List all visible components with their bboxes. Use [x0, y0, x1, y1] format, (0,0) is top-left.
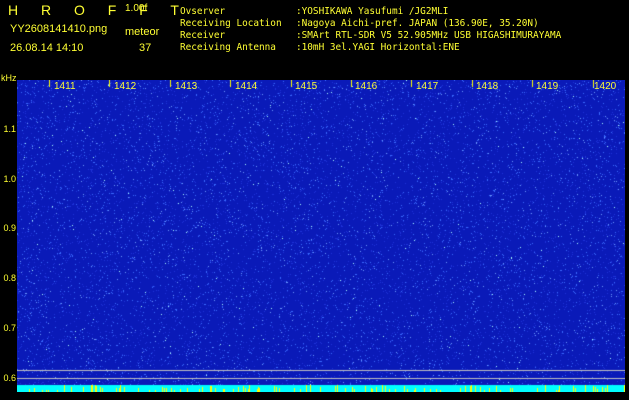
- receiver-label: Receiver: [180, 30, 226, 41]
- x-tick-label: 1415: [295, 81, 318, 92]
- location-value: :Nagoya Aichi-pref. JAPAN (136.90E, 35.2…: [296, 18, 539, 29]
- x-tick-label: 1411: [54, 81, 76, 92]
- hroft-window: H R O F F T 1.00f YY2608141410.png meteo…: [0, 0, 629, 400]
- antenna-label: Receiving Antenna: [180, 42, 276, 53]
- echo-count: 37: [139, 42, 152, 54]
- y-tick-label: 0.7: [3, 323, 16, 333]
- y-tick-label: 0.6: [3, 373, 16, 383]
- x-tick-label: 1418: [476, 81, 499, 92]
- file-name: YY2608141410.png: [10, 23, 108, 35]
- y-tick-label: 0.8: [3, 273, 16, 283]
- x-tick-label: 1419: [536, 81, 559, 92]
- location-label: Receiving Location: [180, 18, 282, 29]
- x-tick-label: 1412: [114, 81, 137, 92]
- y-tick-label: 1.1: [3, 124, 16, 134]
- date-time: 26.08.14 14:10: [10, 42, 84, 54]
- receiver-value: :SMArt RTL-SDR V5 52.905MHz USB HIGASHIM…: [296, 30, 562, 41]
- x-tick-label: 1417: [416, 81, 439, 92]
- x-tick-label: 1420: [594, 81, 617, 92]
- waterfall-spectrogram[interactable]: [17, 80, 625, 392]
- x-tick-label: 1414: [235, 81, 258, 92]
- observer-label: Ovserver: [180, 6, 226, 17]
- x-tick-label: 1416: [355, 81, 378, 92]
- app-title: H R O F F T: [8, 2, 189, 18]
- x-tick-label: 1413: [175, 81, 198, 92]
- observer-value: :YOSHIKAWA Yasufumi /JG2MLI: [296, 6, 449, 17]
- antenna-value: :10mH 3el.YAGI Horizontal:ENE: [296, 42, 460, 53]
- y-tick-label: 1.0: [3, 174, 16, 184]
- app-version: 1.00f: [125, 3, 148, 14]
- y-axis-unit: kHz: [1, 73, 17, 83]
- mode-label: meteor: [125, 26, 160, 38]
- y-tick-label: 0.9: [3, 223, 16, 233]
